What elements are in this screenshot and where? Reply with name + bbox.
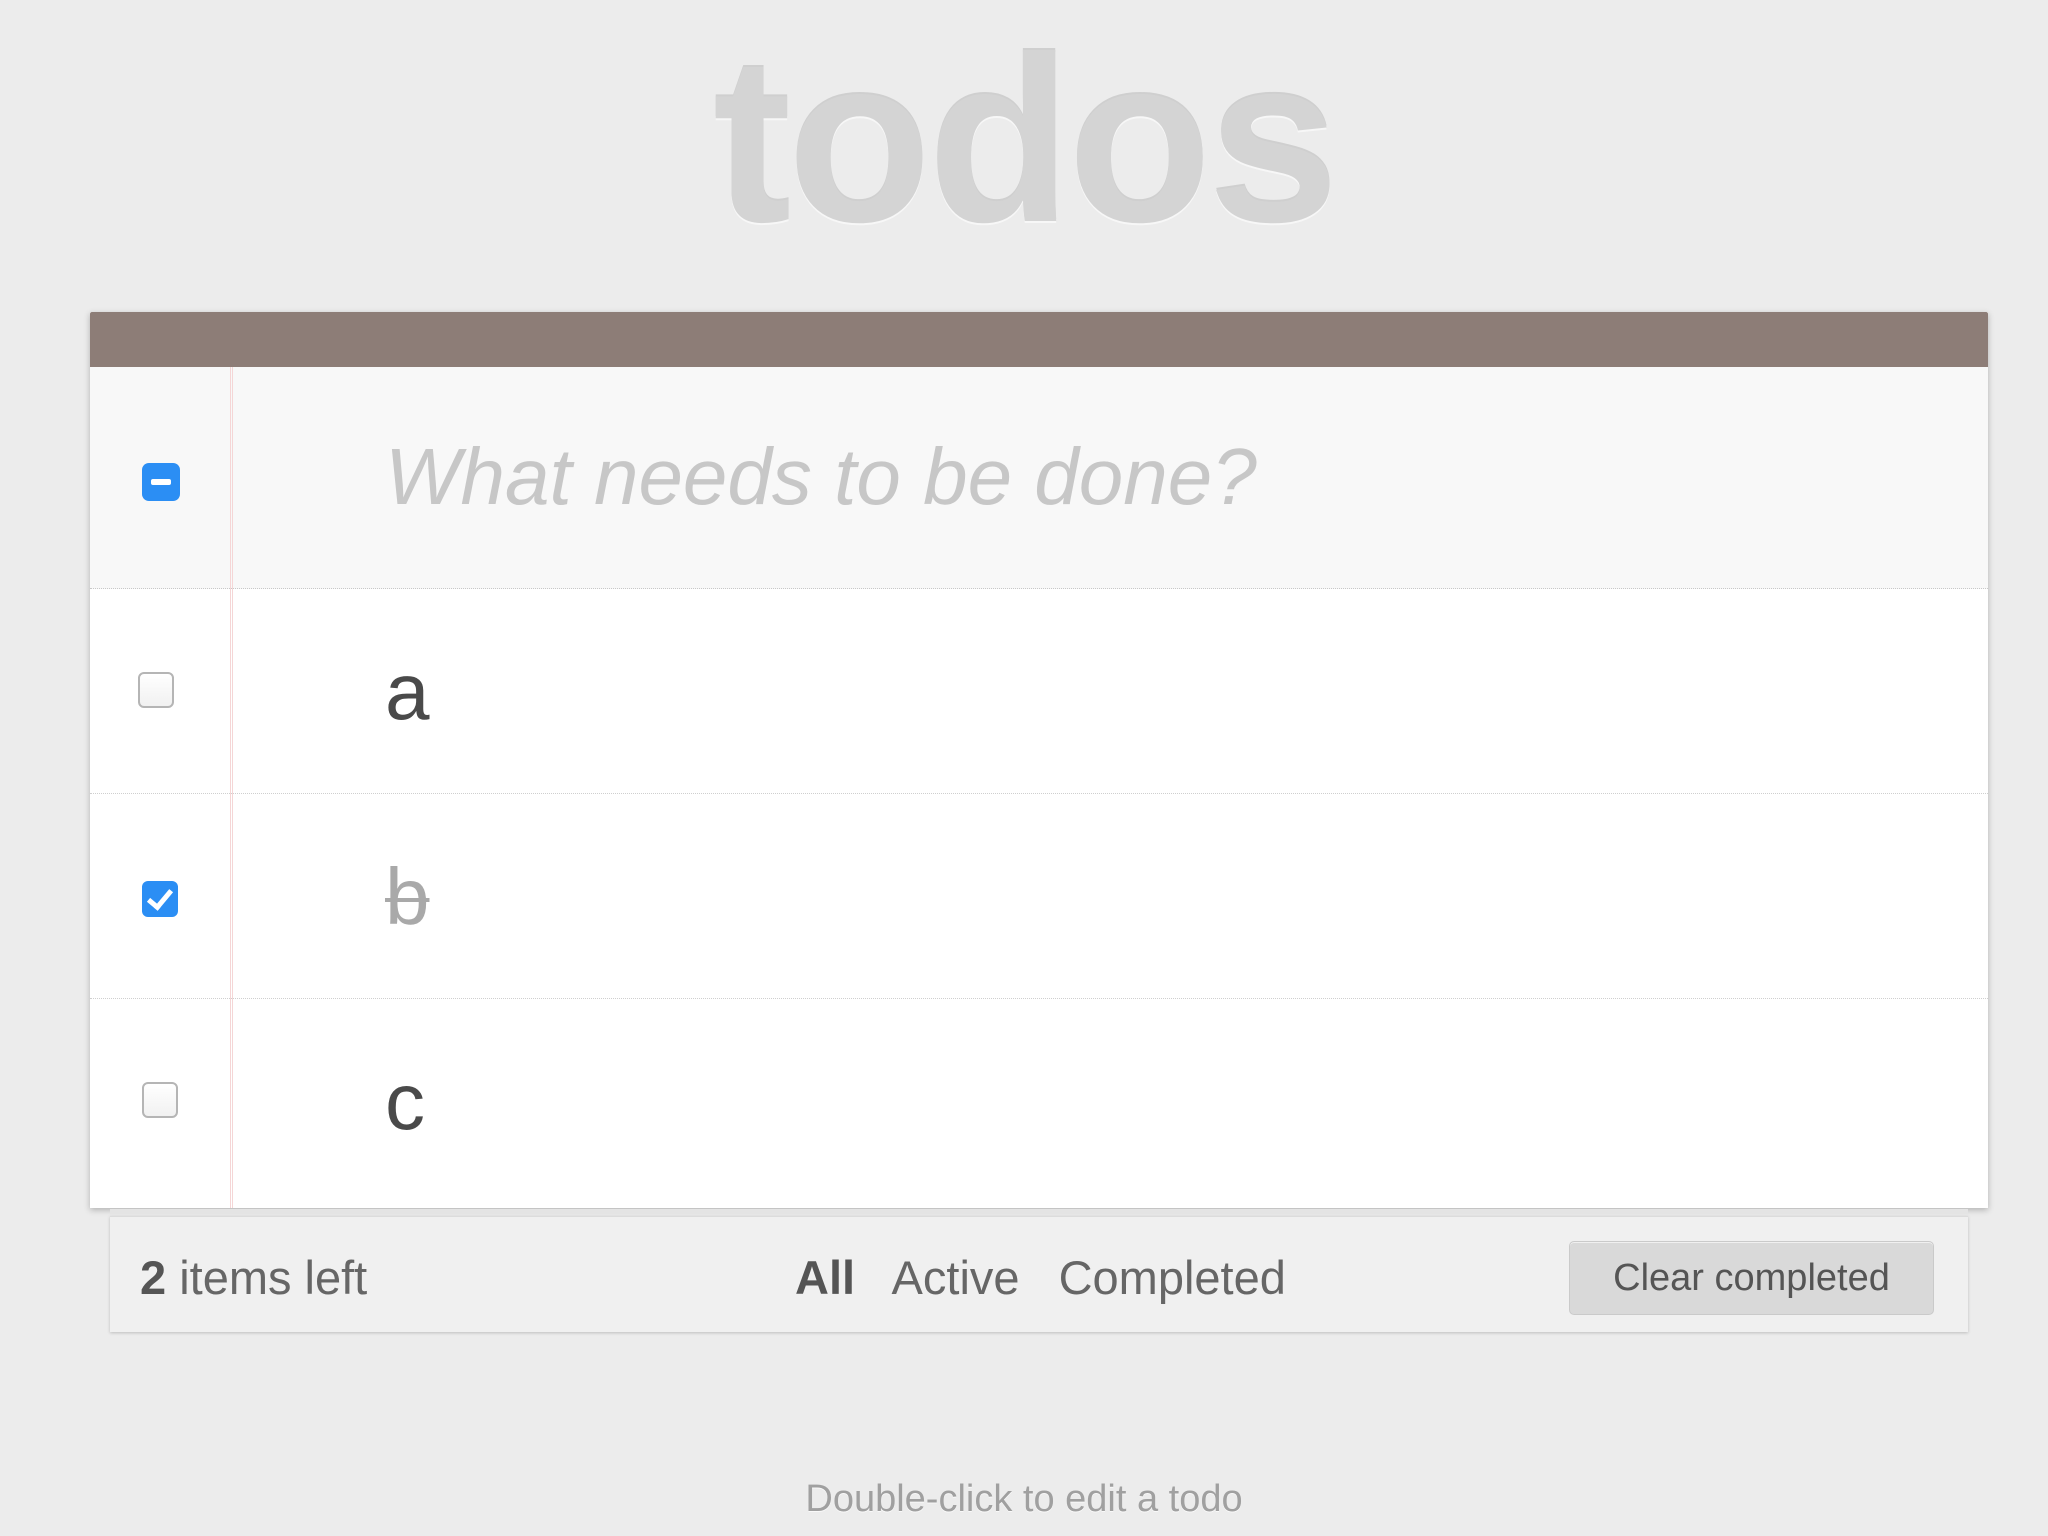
filter-all[interactable]: All <box>795 1251 855 1304</box>
margin-line <box>230 367 233 1208</box>
todo-label-completed[interactable]: b <box>385 849 430 945</box>
items-left-suffix: items left <box>166 1251 368 1304</box>
list-item[interactable]: a <box>90 589 1988 794</box>
clear-completed-button[interactable]: Clear completed <box>1569 1241 1934 1315</box>
new-todo-row <box>90 367 1988 589</box>
items-left-number: 2 <box>140 1251 167 1304</box>
app-title: todos <box>712 8 1339 272</box>
list-item[interactable]: b <box>90 794 1988 999</box>
toggle-all-checkbox-icon[interactable] <box>142 463 180 501</box>
todo-checkbox-checked[interactable] <box>142 881 178 917</box>
todo-footer: 2 items left All Active Completed Clear … <box>110 1209 1968 1332</box>
edit-hint-text: Double-click to edit a todo <box>805 1478 1243 1520</box>
todo-label[interactable]: a <box>385 644 430 740</box>
todo-checkbox[interactable] <box>138 672 174 708</box>
todo-checkbox[interactable] <box>142 1082 178 1118</box>
panel-header-bar <box>90 312 1988 367</box>
todo-panel: a b c <box>90 312 1988 1208</box>
filter-completed[interactable]: Completed <box>1059 1251 1286 1304</box>
filter-links: All Active Completed <box>795 1250 1312 1306</box>
new-todo-input[interactable] <box>290 407 1940 547</box>
list-item[interactable]: c <box>90 999 1988 1208</box>
items-left-count: 2 items left <box>140 1250 367 1306</box>
todo-label[interactable]: c <box>385 1054 425 1150</box>
filter-active[interactable]: Active <box>892 1251 1020 1304</box>
